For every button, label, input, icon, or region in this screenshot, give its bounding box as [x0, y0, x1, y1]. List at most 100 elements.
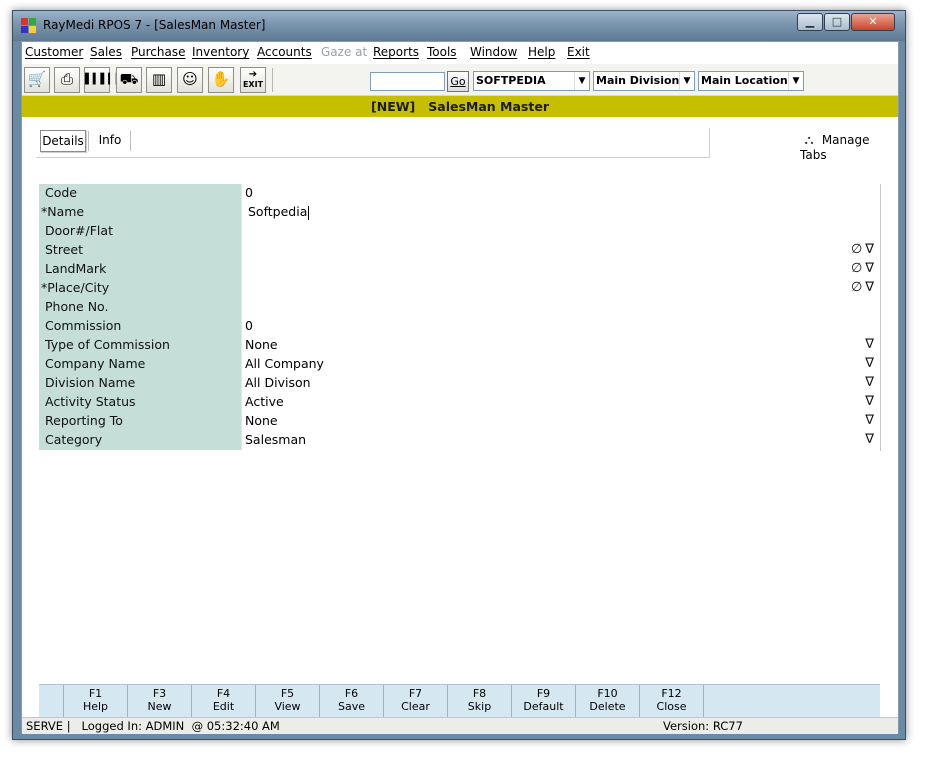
place-city-label: *Place/City [39, 279, 241, 298]
commission-field[interactable]: 0 [241, 317, 880, 336]
street-field[interactable] [241, 241, 880, 260]
reporting-to-label: Reporting To [39, 412, 241, 431]
tab-info[interactable]: Info [92, 130, 128, 152]
menu-help[interactable]: Help [528, 45, 555, 59]
exit-button[interactable]: ➔ EXIT [240, 67, 266, 93]
menu-reports[interactable]: Reports [373, 45, 419, 59]
app-client-area: Customer Sales Purchase Inventory Accoun… [21, 41, 899, 734]
fkey-label: Edit [212, 700, 235, 713]
close-window-button[interactable]: ✕ [851, 13, 895, 31]
app-logo-icon [21, 18, 37, 34]
commission-type-select[interactable]: None [241, 336, 880, 355]
menu-accounts[interactable]: Accounts [257, 45, 312, 59]
toolbar-separator [272, 68, 273, 92]
cart-button[interactable]: 🛒 [24, 67, 50, 93]
menu-exit[interactable]: Exit [567, 45, 590, 59]
fkey-code: F1 [88, 687, 103, 700]
fkey-code: F3 [152, 687, 167, 700]
form-row-division: Division Name All Divison ∇ [39, 374, 880, 393]
place-city-field[interactable] [241, 279, 880, 298]
status-bar: SERVE | Logged In: ADMIN @ 05:32:40 AM V… [22, 717, 898, 734]
menu-tools[interactable]: Tools [427, 45, 457, 59]
dropdown-triangle-icon[interactable]: ∇ [865, 393, 877, 411]
form-row-name: *Name Softpedia [39, 203, 880, 222]
company-select[interactable]: SOFTPEDIA ▼ [473, 71, 590, 91]
barcode-button[interactable]: ▌▍▌▎▌ [84, 67, 123, 93]
f3-new-button[interactable]: F3 New [127, 685, 191, 718]
hand-box-button[interactable]: ✋ [208, 67, 234, 93]
shopping-cart-icon: 🛒 [27, 70, 47, 88]
dropdown-triangle-icon[interactable]: ∇ [865, 355, 877, 373]
location-select-value: Main Location [701, 74, 788, 87]
menu-bar: Customer Sales Purchase Inventory Accoun… [22, 42, 898, 64]
menu-sales[interactable]: Sales [90, 45, 122, 59]
f4-edit-button[interactable]: F4 Edit [191, 685, 255, 718]
menu-window[interactable]: Window [470, 45, 517, 59]
clear-dropdown-icon[interactable]: ∅∇ [851, 279, 877, 297]
maximize-icon: □ [831, 15, 843, 28]
f5-view-button[interactable]: F5 View [255, 685, 319, 718]
fkey-code: F12 [661, 687, 682, 700]
maximize-button[interactable]: □ [824, 13, 850, 31]
chevron-down-icon[interactable]: ▼ [788, 72, 803, 90]
books-button[interactable]: ▥ [146, 67, 172, 93]
division-name-select[interactable]: All Divison [241, 374, 880, 393]
company-label: Company Name [39, 355, 241, 374]
menu-customer[interactable]: Customer [25, 45, 83, 59]
company-select-value: SOFTPEDIA [476, 74, 546, 87]
f7-clear-button[interactable]: F7 Clear [383, 685, 447, 718]
dropdown-triangle-icon[interactable]: ∇ [865, 374, 877, 392]
division-select[interactable]: Main Division ▼ [593, 71, 695, 91]
f12-close-button[interactable]: F12 Close [639, 685, 703, 718]
dropdown-triangle-icon[interactable]: ∇ [865, 431, 877, 449]
menu-purchase[interactable]: Purchase [131, 45, 186, 59]
title-bar[interactable]: RayMedi RPOS 7 - [SalesMan Master] ▁ □ ✕ [13, 11, 905, 41]
door-flat-field[interactable] [241, 222, 880, 241]
print-button[interactable]: ⎙ [54, 67, 80, 93]
form-row-activity-status: Activity Status Active ∇ [39, 393, 880, 412]
users-button[interactable]: ☺ [177, 67, 203, 93]
go-button[interactable]: Go [447, 71, 469, 92]
clear-dropdown-icon[interactable]: ∅∇ [851, 241, 877, 259]
salesman-form: Code 0 *Name Softpedia Door#/Flat Street… [39, 184, 880, 450]
close-icon: ✕ [868, 15, 878, 28]
reporting-to-select[interactable]: None [241, 412, 880, 431]
f1-help-button[interactable]: F1 Help [63, 685, 127, 718]
basket-button[interactable]: ⛟ [116, 67, 142, 93]
tab-details[interactable]: Details [40, 130, 86, 152]
f6-save-button[interactable]: F6 Save [319, 685, 383, 718]
f8-skip-button[interactable]: F8 Skip [447, 685, 511, 718]
exit-arrow-icon: ➔ [248, 69, 258, 80]
landmark-field[interactable] [241, 260, 880, 279]
books-icon: ▥ [151, 70, 167, 88]
tab-divider [130, 131, 131, 151]
division-select-value: Main Division [596, 74, 680, 87]
status-version: Version: RC77 [663, 719, 743, 733]
fkey-label: Save [337, 700, 365, 713]
name-field[interactable]: Softpedia [241, 203, 880, 222]
category-select[interactable]: Salesman [241, 431, 880, 450]
status-session: SERVE | Logged In: ADMIN @ 05:32:40 AM [26, 719, 280, 733]
dropdown-triangle-icon[interactable]: ∇ [865, 336, 877, 354]
chevron-down-icon[interactable]: ▼ [679, 72, 694, 90]
minimize-button[interactable]: ▁ [797, 13, 823, 31]
manage-tabs-button[interactable]: ⛬ Manage Tabs [800, 133, 898, 162]
phone-field[interactable] [241, 298, 880, 317]
toolbar: 🛒 ⎙ ▌▍▌▎▌ ⛟ ▥ ☺ ✋ ➔ EXIT Go SOFTPEDIA ▼ … [22, 64, 898, 96]
door-flat-label: Door#/Flat [39, 222, 241, 241]
search-input[interactable] [370, 72, 445, 91]
f9-default-button[interactable]: F9 Default [511, 685, 575, 718]
fkey-label: Skip [467, 700, 492, 713]
dropdown-triangle-icon[interactable]: ∇ [865, 412, 877, 430]
code-field[interactable]: 0 [241, 184, 880, 203]
basket-icon: ⛟ [119, 70, 139, 88]
location-select[interactable]: Main Location ▼ [698, 71, 804, 91]
company-name-select[interactable]: All Company [241, 355, 880, 374]
menu-inventory[interactable]: Inventory [192, 45, 249, 59]
clear-dropdown-icon[interactable]: ∅∇ [851, 260, 877, 278]
f10-delete-button[interactable]: F10 Delete [575, 685, 639, 718]
fkey-code: F9 [536, 687, 551, 700]
fkey-label: Clear [401, 700, 430, 713]
chevron-down-icon[interactable]: ▼ [574, 72, 589, 90]
activity-status-select[interactable]: Active [241, 393, 880, 412]
